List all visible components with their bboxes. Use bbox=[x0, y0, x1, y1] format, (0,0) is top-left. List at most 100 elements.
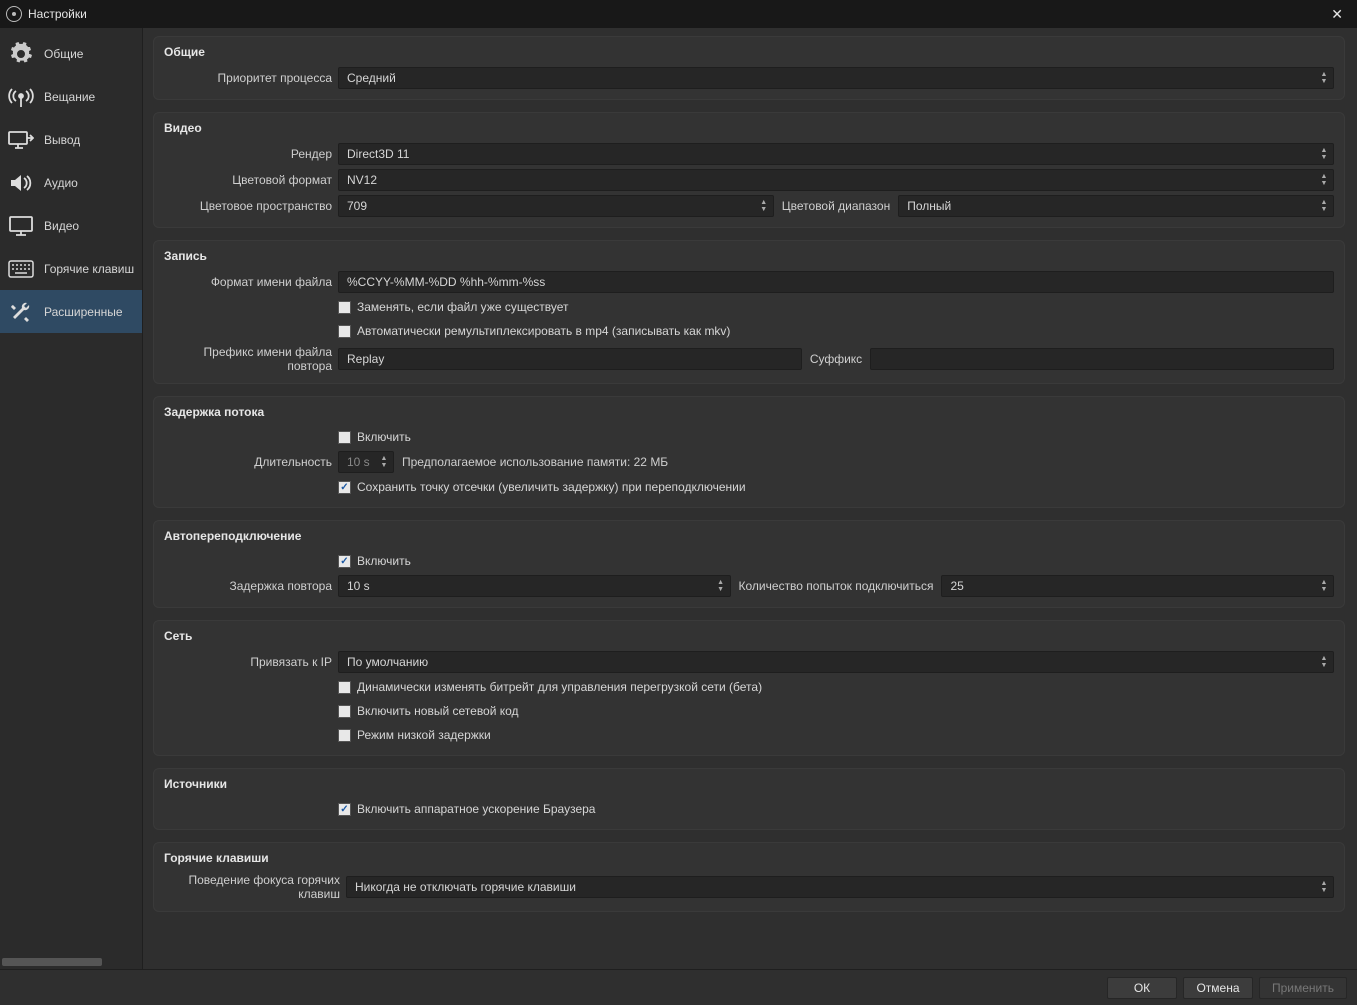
replay-prefix-value: Replay bbox=[347, 352, 384, 366]
delay-enable-checkbox[interactable]: ✓ bbox=[338, 431, 351, 444]
color-format-value: NV12 bbox=[347, 173, 377, 187]
browser-hw-label: Включить аппаратное ускорение Браузера bbox=[357, 802, 595, 816]
chevron-updown-icon: ▲▼ bbox=[714, 577, 728, 595]
footer: ОК Отмена Применить bbox=[0, 969, 1357, 1005]
sidebar-item-stream[interactable]: Вещание bbox=[0, 75, 142, 118]
monitor-icon bbox=[6, 212, 36, 240]
delay-duration-spin[interactable]: 10 s ▲▼ bbox=[338, 451, 394, 473]
chevron-updown-icon: ▲▼ bbox=[1317, 878, 1331, 896]
filename-format-value: %CCYY-%MM-%DD %hh-%mm-%ss bbox=[347, 275, 545, 289]
color-range-label: Цветовой диапазон bbox=[780, 199, 892, 213]
sidebar-item-audio[interactable]: Аудио bbox=[0, 161, 142, 204]
sidebar-item-video[interactable]: Видео bbox=[0, 204, 142, 247]
tools-icon bbox=[6, 298, 36, 326]
browser-hw-checkbox[interactable]: ✓ bbox=[338, 803, 351, 816]
color-range-value: Полный bbox=[907, 199, 951, 213]
group-hotkeys: Горячие клавиши Поведение фокуса горячих… bbox=[153, 842, 1345, 912]
delay-preserve-label: Сохранить точку отсечки (увеличить задер… bbox=[357, 480, 746, 494]
sidebar-item-label: Расширенные bbox=[44, 305, 123, 319]
suffix-input[interactable] bbox=[870, 348, 1334, 370]
color-format-combo[interactable]: NV12 ▲▼ bbox=[338, 169, 1334, 191]
apply-button[interactable]: Применить bbox=[1259, 977, 1347, 999]
reconnect-enable-label: Включить bbox=[357, 554, 411, 568]
replay-prefix-input[interactable]: Replay bbox=[338, 348, 802, 370]
delay-preserve-checkbox[interactable]: ✓ bbox=[338, 481, 351, 494]
output-icon bbox=[6, 126, 36, 154]
low-latency-checkbox[interactable]: ✓ bbox=[338, 729, 351, 742]
chevron-updown-icon: ▲▼ bbox=[757, 197, 771, 215]
chevron-updown-icon: ▲▼ bbox=[1317, 171, 1331, 189]
chevron-updown-icon: ▲▼ bbox=[1317, 145, 1331, 163]
group-title: Сеть bbox=[154, 625, 1344, 649]
bind-ip-value: По умолчанию bbox=[347, 655, 428, 669]
hotkey-focus-value: Никогда не отключать горячие клавиши bbox=[355, 880, 576, 894]
sidebar-item-advanced[interactable]: Расширенные bbox=[0, 290, 142, 333]
window-title: Настройки bbox=[28, 7, 87, 21]
priority-combo[interactable]: Средний ▲▼ bbox=[338, 67, 1334, 89]
retry-delay-value: 10 s bbox=[347, 579, 370, 593]
close-icon[interactable]: ✕ bbox=[1323, 6, 1351, 23]
color-format-label: Цветовой формат bbox=[164, 173, 332, 187]
bind-ip-combo[interactable]: По умолчанию ▲▼ bbox=[338, 651, 1334, 673]
replay-prefix-label: Префикс имени файла повтора bbox=[164, 345, 332, 373]
group-delay: Задержка потока ✓ Включить Длительность … bbox=[153, 396, 1345, 508]
ok-button[interactable]: ОК bbox=[1107, 977, 1177, 999]
sidebar-item-output[interactable]: Вывод bbox=[0, 118, 142, 161]
renderer-combo[interactable]: Direct3D 11 ▲▼ bbox=[338, 143, 1334, 165]
color-space-value: 709 bbox=[347, 199, 367, 213]
antenna-icon bbox=[6, 83, 36, 111]
reconnect-enable-checkbox[interactable]: ✓ bbox=[338, 555, 351, 568]
priority-label: Приоритет процесса bbox=[164, 71, 332, 85]
suffix-label: Суффикс bbox=[808, 352, 864, 366]
hotkey-focus-combo[interactable]: Никогда не отключать горячие клавиши ▲▼ bbox=[346, 876, 1334, 898]
chevron-updown-icon: ▲▼ bbox=[1317, 197, 1331, 215]
group-title: Горячие клавиши bbox=[154, 847, 1344, 871]
dyn-bitrate-checkbox[interactable]: ✓ bbox=[338, 681, 351, 694]
sidebar-scrollbar[interactable] bbox=[0, 955, 142, 969]
color-space-label: Цветовое пространство bbox=[164, 199, 332, 213]
renderer-label: Рендер bbox=[164, 147, 332, 161]
group-title: Видео bbox=[154, 117, 1344, 141]
sidebar-item-hotkeys[interactable]: Горячие клавиш bbox=[0, 247, 142, 290]
sidebar-item-general[interactable]: Общие bbox=[0, 32, 142, 75]
remux-checkbox[interactable]: ✓ bbox=[338, 325, 351, 338]
sidebar: Общие Вещание Вывод Аудио bbox=[0, 28, 143, 969]
gear-icon bbox=[6, 40, 36, 68]
group-sources: Источники ✓ Включить аппаратное ускорени… bbox=[153, 768, 1345, 830]
retry-delay-label: Задержка повтора bbox=[164, 579, 332, 593]
titlebar: Настройки ✕ bbox=[0, 0, 1357, 28]
sidebar-item-label: Горячие клавиш bbox=[44, 262, 134, 276]
dyn-bitrate-label: Динамически изменять битрейт для управле… bbox=[357, 680, 762, 694]
keyboard-icon bbox=[6, 255, 36, 283]
group-title: Запись bbox=[154, 245, 1344, 269]
priority-value: Средний bbox=[347, 71, 396, 85]
color-range-combo[interactable]: Полный ▲▼ bbox=[898, 195, 1334, 217]
group-title: Задержка потока bbox=[154, 401, 1344, 425]
filename-format-input[interactable]: %CCYY-%MM-%DD %hh-%mm-%ss bbox=[338, 271, 1334, 293]
chevron-updown-icon: ▲▼ bbox=[1317, 577, 1331, 595]
speaker-icon bbox=[6, 169, 36, 197]
delay-duration-value: 10 s bbox=[347, 455, 370, 469]
cancel-button[interactable]: Отмена bbox=[1183, 977, 1253, 999]
group-title: Автопереподключение bbox=[154, 525, 1344, 549]
retry-delay-spin[interactable]: 10 s ▲▼ bbox=[338, 575, 731, 597]
sidebar-item-label: Вещание bbox=[44, 90, 95, 104]
chevron-updown-icon: ▲▼ bbox=[1317, 69, 1331, 87]
sidebar-item-label: Вывод bbox=[44, 133, 80, 147]
filename-format-label: Формат имени файла bbox=[164, 275, 332, 289]
bind-ip-label: Привязать к IP bbox=[164, 655, 332, 669]
max-retries-spin[interactable]: 25 ▲▼ bbox=[941, 575, 1334, 597]
group-recording: Запись Формат имени файла %CCYY-%MM-%DD … bbox=[153, 240, 1345, 384]
color-space-combo[interactable]: 709 ▲▼ bbox=[338, 195, 774, 217]
group-title: Источники bbox=[154, 773, 1344, 797]
hotkey-focus-label: Поведение фокуса горячих клавиш bbox=[164, 873, 340, 901]
app-icon bbox=[6, 6, 22, 22]
overwrite-checkbox[interactable]: ✓ bbox=[338, 301, 351, 314]
max-retries-value: 25 bbox=[950, 579, 963, 593]
remux-label: Автоматически ремультиплексировать в mp4… bbox=[357, 324, 730, 338]
group-general: Общие Приоритет процесса Средний ▲▼ bbox=[153, 36, 1345, 100]
group-network: Сеть Привязать к IP По умолчанию ▲▼ ✓ Ди… bbox=[153, 620, 1345, 756]
group-title: Общие bbox=[154, 41, 1344, 65]
new-netcode-checkbox[interactable]: ✓ bbox=[338, 705, 351, 718]
sidebar-item-label: Видео bbox=[44, 219, 79, 233]
